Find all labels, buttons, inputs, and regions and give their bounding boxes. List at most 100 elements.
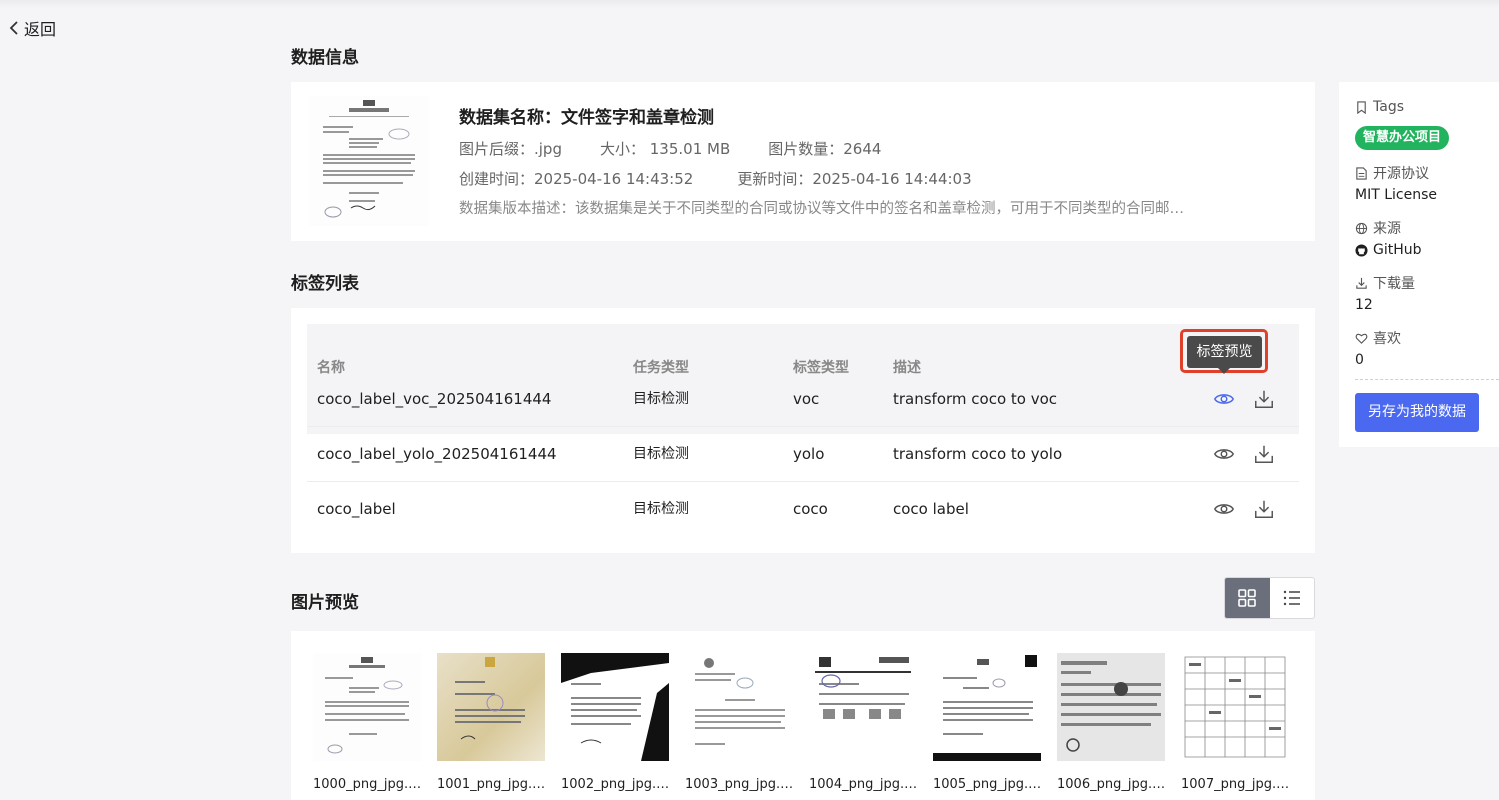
list-icon: [1283, 590, 1300, 606]
downloads-label: 下载量: [1373, 276, 1415, 292]
created-time: 创建时间：2025-04-16 14:43:52: [459, 170, 694, 188]
label-table-card: 名称 任务类型 标签类型 描述 coco_label_voc_202504161…: [291, 308, 1315, 553]
download-icon: [1255, 390, 1273, 408]
preview-item[interactable]: 1007_png_jpg.rf.…: [1181, 653, 1293, 792]
preview-item[interactable]: 1002_png_jpg.rf.…: [561, 653, 673, 792]
tags-heading: Tags: [1355, 99, 1404, 115]
table-row: coco_label 目标检测 coco coco label: [307, 482, 1299, 537]
dataset-meta-panel: Tags 智慧办公项目 开源协议 MIT License 来源 GitHub 下…: [1339, 82, 1499, 447]
label-name: coco_label_voc_202504161444: [317, 390, 552, 408]
preview-thumbnail: [437, 653, 545, 761]
view-mode-toggle: [1224, 577, 1315, 619]
label-name: coco_label: [317, 500, 396, 518]
github-icon: [1355, 243, 1368, 257]
back-label: 返回: [24, 20, 57, 39]
label-type: yolo: [793, 445, 825, 463]
preview-label-button[interactable]: [1212, 497, 1236, 521]
back-button[interactable]: 返回: [8, 17, 56, 39]
preview-item[interactable]: 1005_png_jpg.rf.f…: [933, 653, 1045, 792]
table-row: coco_label_voc_202504161444 目标检测 voc tra…: [307, 372, 1299, 427]
preview-file-name: 1002_png_jpg.rf.…: [561, 777, 673, 792]
preview-thumbnail: [809, 653, 917, 761]
label-preview-tooltip: 标签预览: [1187, 336, 1262, 374]
preview-item[interactable]: 1000_png_jpg.rf.…: [313, 653, 425, 792]
download-icon: [1356, 277, 1367, 289]
preview-label-button[interactable]: [1212, 442, 1236, 466]
downloads-value: 12: [1355, 297, 1373, 313]
top-shade: [0, 0, 1499, 8]
label-task: 目标检测: [633, 391, 689, 407]
source-label: 来源: [1373, 221, 1401, 237]
label-task: 目标检测: [633, 446, 689, 462]
section-title-image-preview: 图片预览: [291, 593, 359, 613]
updated-time: 更新时间：2025-04-16 14:44:03: [737, 170, 972, 188]
image-count: 图片数量：2644: [768, 140, 882, 158]
preview-thumbnail: [685, 653, 793, 761]
source-value[interactable]: GitHub: [1355, 242, 1422, 258]
side-divider: [1355, 379, 1499, 380]
source-text: GitHub: [1373, 242, 1422, 258]
license-heading: 开源协议: [1355, 163, 1429, 183]
eye-icon: [1214, 449, 1234, 459]
preview-item[interactable]: 1003_png_jpg.rf.…: [685, 653, 797, 792]
chevron-left-icon: [9, 21, 18, 35]
image-suffix: 图片后缀：.jpg: [459, 140, 562, 158]
download-label-button[interactable]: [1252, 497, 1276, 521]
dataset-description: 数据集版本描述：该数据集是关于不同类型的合同或协议等文件中的签名和盖章检测，可用…: [459, 201, 1184, 217]
label-type: voc: [793, 390, 820, 408]
data-info-card: 数据集名称：文件签字和盖章检测 图片后缀：.jpg 大小： 135.01 MB …: [291, 82, 1315, 241]
list-view-button[interactable]: [1270, 578, 1315, 618]
source-heading: 来源: [1355, 218, 1401, 238]
tags-label: Tags: [1373, 99, 1404, 115]
preview-item[interactable]: 1006_png_jpg.rf.…: [1057, 653, 1169, 792]
label-desc: transform coco to yolo: [893, 445, 1063, 463]
tag-chip[interactable]: 智慧办公项目: [1355, 126, 1450, 150]
table-row: coco_label_yolo_202504161444 目标检测 yolo t…: [307, 427, 1299, 482]
license-label: 开源协议: [1373, 166, 1429, 182]
preview-file-name: 1005_png_jpg.rf.f…: [933, 777, 1045, 792]
document-icon: [1356, 166, 1367, 180]
dataset-name: 数据集名称：文件签字和盖章检测: [459, 108, 714, 128]
likes-label: 喜欢: [1373, 331, 1401, 347]
eye-icon: [1214, 504, 1234, 514]
preview-file-name: 1003_png_jpg.rf.…: [685, 777, 797, 792]
preview-file-name: 1006_png_jpg.rf.…: [1057, 777, 1169, 792]
preview-file-name: 1001_png_jpg.rf.…: [437, 777, 549, 792]
eye-icon: [1214, 394, 1234, 404]
save-as-my-data-button[interactable]: 另存为我的数据: [1355, 393, 1479, 432]
preview-file-name: 1007_png_jpg.rf.…: [1181, 777, 1293, 792]
preview-thumbnail: [561, 653, 669, 761]
license-value: MIT License: [1355, 187, 1437, 203]
preview-label-button[interactable]: [1212, 387, 1236, 411]
heart-icon: [1355, 333, 1368, 344]
download-icon: [1255, 500, 1273, 518]
preview-item[interactable]: 1001_png_jpg.rf.…: [437, 653, 549, 792]
preview-thumbnail: [1057, 653, 1165, 761]
bookmark-icon: [1357, 100, 1366, 114]
downloads-heading: 下载量: [1355, 273, 1415, 293]
dataset-cover-image: [309, 96, 429, 226]
preview-thumbnail: [313, 653, 421, 761]
preview-file-name: 1000_png_jpg.rf.…: [313, 777, 425, 792]
label-name: coco_label_yolo_202504161444: [317, 445, 557, 463]
section-title-data-info: 数据信息: [291, 48, 359, 68]
label-type: coco: [793, 500, 828, 518]
label-desc: transform coco to voc: [893, 390, 1058, 408]
grid-view-button[interactable]: [1225, 578, 1270, 618]
image-preview-card: 1000_png_jpg.rf.… 1001_png_jpg.rf.… 1002…: [291, 631, 1315, 800]
label-task: 目标检测: [633, 501, 689, 517]
preview-item[interactable]: 1004_png_jpg.rf.…: [809, 653, 921, 792]
download-icon: [1255, 445, 1273, 463]
likes-heading: 喜欢: [1355, 328, 1401, 348]
preview-thumbnail: [1181, 653, 1289, 761]
globe-icon: [1355, 222, 1368, 234]
download-label-button[interactable]: [1252, 442, 1276, 466]
section-title-label-list: 标签列表: [291, 274, 359, 294]
label-desc: coco label: [893, 500, 969, 518]
preview-thumbnail: [933, 653, 1041, 761]
likes-value: 0: [1355, 352, 1364, 368]
preview-file-name: 1004_png_jpg.rf.…: [809, 777, 921, 792]
download-label-button[interactable]: [1252, 387, 1276, 411]
dataset-size: 大小： 135.01 MB: [599, 140, 731, 158]
grid-icon: [1238, 589, 1257, 607]
